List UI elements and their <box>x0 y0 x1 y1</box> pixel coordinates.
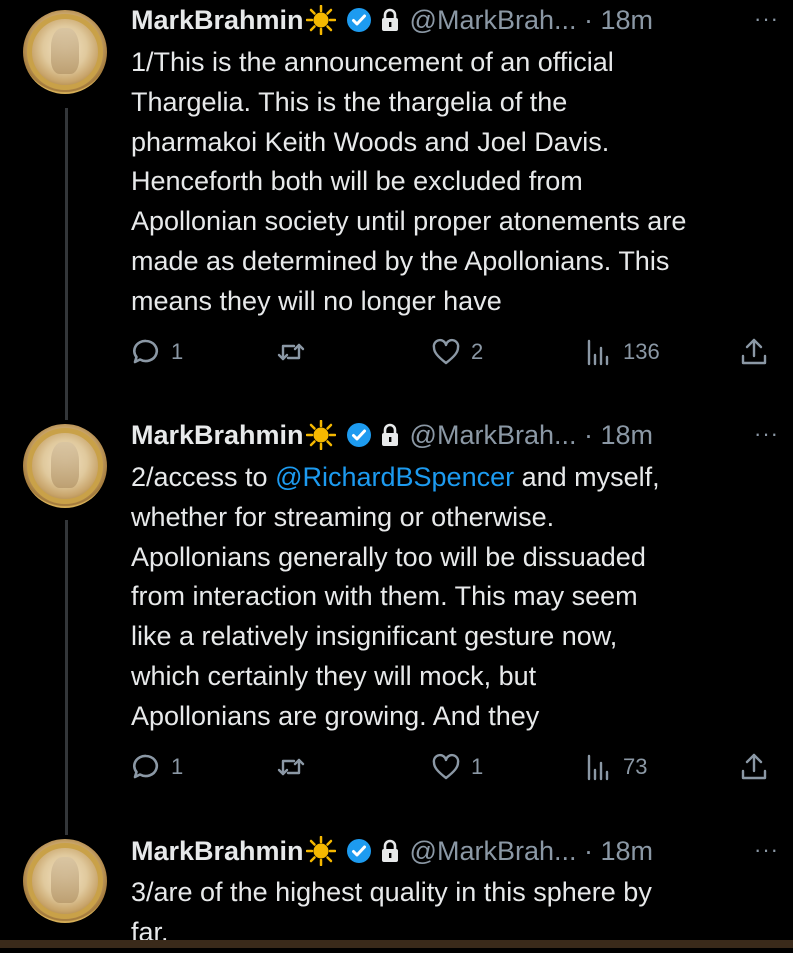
text-line: means they will no longer have <box>131 285 502 316</box>
like-button[interactable]: 2 <box>431 337 483 367</box>
text-line: 1/This is the announcement of an officia… <box>131 47 614 77</box>
tweet-header: MarkBrahmin @MarkBrah... · 18m <box>131 834 653 868</box>
tweet-header: MarkBrahmin @MarkBrah... · 18m <box>131 418 653 452</box>
text-line: Apollonians generally too will be dissua… <box>131 541 646 572</box>
more-options-icon[interactable]: ··· <box>754 421 779 447</box>
text-line: whether for streaming or otherwise. <box>131 501 555 532</box>
bottom-edge <box>0 940 793 948</box>
text-line: 3/are of the highest quality in this sph… <box>131 877 652 907</box>
sun-emoji-icon <box>305 836 336 866</box>
sun-emoji-icon <box>305 420 336 450</box>
view-count: 73 <box>623 754 648 779</box>
views-button[interactable]: 73 <box>583 752 647 782</box>
views-button[interactable]: 136 <box>583 337 660 367</box>
text-line: like a relatively insignificant gesture … <box>131 621 618 652</box>
retweet-icon <box>277 758 305 776</box>
text-line: from interaction with them. This may see… <box>131 581 638 612</box>
like-button[interactable]: 1 <box>431 752 483 782</box>
like-icon <box>432 753 460 780</box>
lock-icon <box>381 423 398 446</box>
text-line: Apollonians are growing. And they <box>131 700 540 731</box>
display-name[interactable]: MarkBrahmin <box>131 420 304 451</box>
avatar[interactable] <box>23 424 107 508</box>
avatar-figure <box>51 28 79 74</box>
sun-emoji-icon <box>305 5 336 35</box>
handle-and-time[interactable]: @MarkBrah... · 18m <box>410 5 653 36</box>
avatar-figure <box>51 442 79 488</box>
text-line: 2/access to @RichardBSpencer and myself, <box>131 458 781 498</box>
tweet-text: 2/access to @RichardBSpencer and myself,… <box>131 458 781 737</box>
avatar[interactable] <box>23 839 107 923</box>
display-name[interactable]: MarkBrahmin <box>131 5 304 36</box>
lock-icon <box>381 839 398 862</box>
share-icon <box>741 338 767 365</box>
share-button[interactable] <box>739 752 769 782</box>
display-name[interactable]: MarkBrahmin <box>131 836 304 867</box>
tweet-text: 1/This is the announcement of an officia… <box>131 43 781 322</box>
verified-badge-icon <box>346 423 371 447</box>
text-line: made as determined by the Apollonians. T… <box>131 245 670 276</box>
verified-badge-icon <box>346 8 371 32</box>
view-count: 136 <box>623 339 660 364</box>
reply-button[interactable]: 1 <box>131 752 183 782</box>
like-count: 1 <box>471 754 484 779</box>
views-icon <box>587 754 609 781</box>
retweet-button[interactable] <box>276 752 316 782</box>
text-line: Henceforth both will be excluded from <box>131 166 583 197</box>
more-options-icon[interactable]: ··· <box>754 837 779 863</box>
retweet-icon <box>277 343 305 361</box>
verified-badge-icon <box>346 839 371 863</box>
retweet-button[interactable] <box>276 337 316 367</box>
mention-link[interactable]: @RichardBSpencer <box>275 462 514 492</box>
share-button[interactable] <box>739 337 769 367</box>
handle-and-time[interactable]: @MarkBrah... · 18m <box>410 420 653 451</box>
tweet-header: MarkBrahmin @MarkBrah... · 18m <box>131 3 653 37</box>
like-count: 2 <box>471 339 484 364</box>
more-options-icon[interactable]: ··· <box>754 6 779 32</box>
reply-count: 1 <box>171 754 184 779</box>
text-segment: 2/access to <box>131 462 276 492</box>
text-line: Apollonian society until proper atonemen… <box>131 206 687 237</box>
text-line: Thargelia. This is the thargelia of the <box>131 86 568 117</box>
like-icon <box>432 338 460 365</box>
handle-and-time[interactable]: @MarkBrah... · 18m <box>410 836 653 867</box>
lock-icon <box>381 8 398 31</box>
reply-icon <box>132 339 159 364</box>
avatar[interactable] <box>23 10 107 94</box>
share-icon <box>741 753 767 780</box>
reply-count: 1 <box>171 339 184 364</box>
text-line: pharmakoi Keith Woods and Joel Davis. <box>131 126 610 157</box>
text-line: which certainly they will mock, but <box>131 660 537 691</box>
avatar-figure <box>51 857 79 903</box>
reply-icon <box>132 754 159 779</box>
tweet-actions: 1 2 136 <box>131 337 781 369</box>
thread-line <box>65 108 68 420</box>
reply-button[interactable]: 1 <box>131 337 183 367</box>
tweet-actions: 1 1 73 <box>131 752 781 784</box>
text-segment: and myself, <box>514 462 660 492</box>
views-icon <box>587 339 609 366</box>
thread-line <box>65 520 68 835</box>
